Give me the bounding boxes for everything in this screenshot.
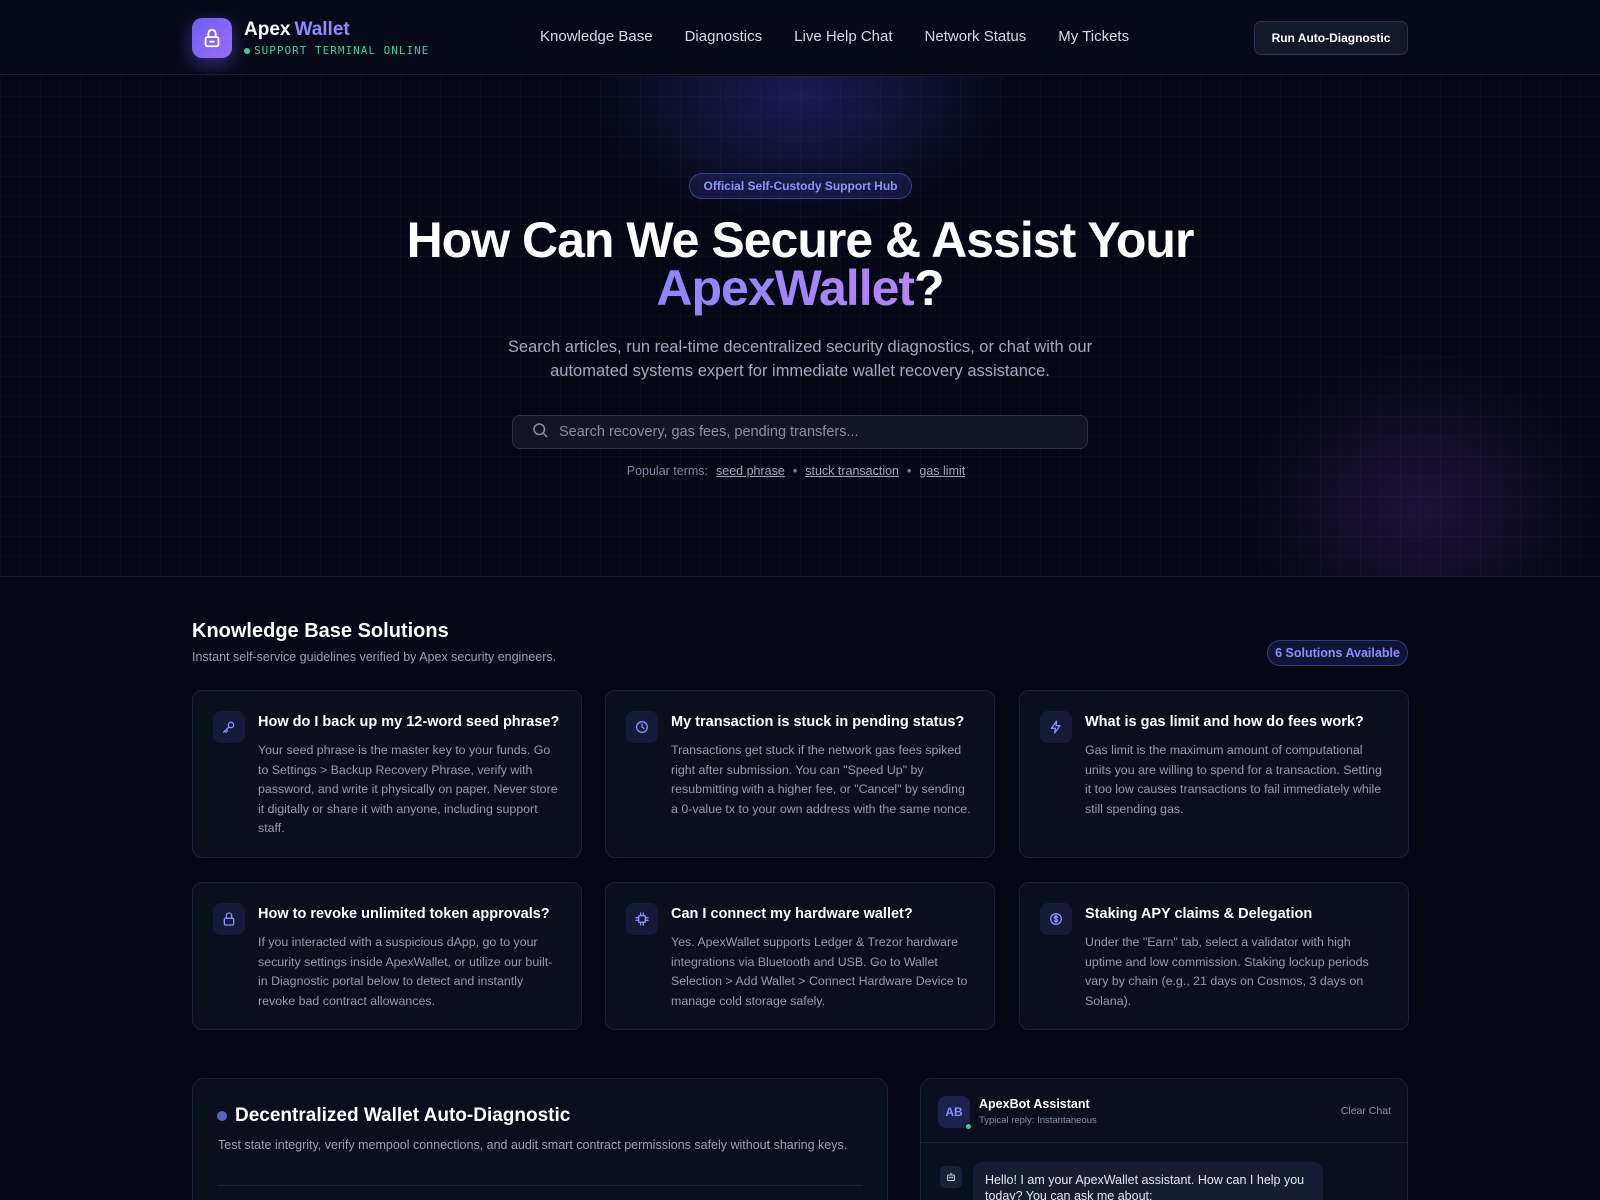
hero-title-brand: ApexWallet [656,260,915,316]
kb-card-body: Yes. ApexWallet supports Ledger & Trezor… [671,935,968,1008]
kb-card-body: Gas limit is the maximum amount of compu… [1085,743,1382,816]
diagnostic-title: Decentralized Wallet Auto-Diagnostic [217,1105,570,1127]
search-bar[interactable] [512,415,1088,449]
lightning-icon [1040,711,1072,743]
popular-terms-label: Popular terms: [626,464,709,478]
kb-section-title: Knowledge Base Solutions [192,620,449,642]
avatar: AB [938,1096,973,1131]
nav-my-tickets[interactable]: My Tickets [1058,27,1129,47]
chip-icon [626,903,658,935]
kb-card-body: Your seed phrase is the master key to yo… [258,743,558,835]
dollar-icon [1040,903,1072,935]
popular-terms: Popular terms: seed phrase • stuck trans… [0,464,1600,478]
hero-badge: Official Self-Custody Support Hub [689,173,912,199]
chat-reply-time: Typical reply: Instantaneous [979,1115,1097,1126]
hero-subtitle: Search articles, run real-time decentral… [507,338,1093,380]
search-icon [531,421,549,444]
kb-card-hardware-wallet[interactable]: Can I connect my hardware wallet? Yes. A… [605,882,995,1030]
clear-chat-button[interactable]: Clear Chat [1341,1105,1391,1117]
diagnostic-subtitle: Test state integrity, verify mempool con… [218,1138,848,1152]
main-nav: Knowledge Base Diagnostics Live Help Cha… [540,27,1161,47]
kb-card-title: Can I connect my hardware wallet? [671,906,913,922]
run-auto-diagnostic-button[interactable]: Run Auto-Diagnostic [1254,21,1408,55]
online-dot [244,47,250,54]
brand-text: Apex Wallet SUPPORT TERMINAL ONLINE [244,19,429,57]
kb-card-body: If you interacted with a suspicious dApp… [258,935,553,1008]
chat-widget: AB ApexBot Assistant Typical reply: Inst… [920,1078,1408,1200]
kb-card-title: My transaction is stuck in pending statu… [671,714,965,730]
support-status-text: SUPPORT TERMINAL ONLINE [254,44,430,57]
divider [218,1185,862,1186]
kb-card-title: Staking APY claims & Delegation [1085,906,1313,922]
hero-section: Official Self-Custody Support Hub How Ca… [0,76,1600,577]
search-input[interactable] [559,417,1087,447]
chat-message-bubble: Hello! I am your ApexWallet assistant. H… [973,1162,1323,1200]
diagnostic-title-text: Decentralized Wallet Auto-Diagnostic [235,1105,571,1126]
separator-dot: • [792,464,798,478]
chat-bot-name: ApexBot Assistant [979,1097,1090,1111]
separator-dot: • [907,464,912,478]
kb-card-body: Under the "Earn" tab, select a validator… [1085,935,1369,1008]
kb-card-stuck-transaction[interactable]: My transaction is stuck in pending statu… [605,690,995,858]
kb-card-body: Transactions get stuck if the network ga… [671,743,971,816]
brand-name: Apex Wallet [244,19,429,41]
lock-icon [192,18,232,58]
lock-icon [213,903,245,935]
popular-term-gas-limit[interactable]: gas limit [919,464,965,478]
auto-diagnostic-panel: Decentralized Wallet Auto-Diagnostic Tes… [192,1078,888,1200]
nav-knowledge-base[interactable]: Knowledge Base [540,27,653,47]
avatar-initials: AB [945,1105,963,1119]
top-header: Apex Wallet SUPPORT TERMINAL ONLINE Knowl… [0,0,1600,75]
online-indicator [964,1122,973,1131]
brand-name-main: Apex [244,19,291,40]
key-icon [213,711,245,743]
kb-card-title: How to revoke unlimited token approvals? [258,906,550,922]
kb-card-title: How do I back up my 12-word seed phrase? [258,714,560,730]
solutions-count-badge: 6 Solutions Available [1267,640,1408,666]
diagnostic-status-dot [217,1111,227,1121]
chat-header: AB ApexBot Assistant Typical reply: Inst… [921,1079,1407,1143]
kb-card-seed-phrase[interactable]: How do I back up my 12-word seed phrase?… [192,690,582,858]
nav-live-help-chat[interactable]: Live Help Chat [794,27,892,47]
robot-icon [940,1166,962,1188]
kb-section-subtitle: Instant self-service guidelines verified… [192,650,557,664]
popular-term-seed-phrase[interactable]: seed phrase [716,464,785,478]
nav-network-status[interactable]: Network Status [925,27,1027,47]
support-status: SUPPORT TERMINAL ONLINE [244,44,429,57]
kb-card-gas-limit[interactable]: What is gas limit and how do fees work? … [1019,690,1409,858]
brand[interactable]: Apex Wallet SUPPORT TERMINAL ONLINE [192,18,429,58]
clock-icon [626,711,658,743]
kb-card-staking[interactable]: Staking APY claims & Delegation Under th… [1019,882,1409,1030]
kb-card-revoke-approvals[interactable]: How to revoke unlimited token approvals?… [192,882,582,1030]
popular-term-stuck-transaction[interactable]: stuck transaction [805,464,899,478]
kb-card-title: What is gas limit and how do fees work? [1085,714,1364,730]
hero-title: How Can We Secure & Assist Your ApexWall… [300,215,1300,313]
hero-title-end: ? [914,260,945,316]
brand-name-accent: Wallet [294,19,350,40]
nav-diagnostics[interactable]: Diagnostics [685,27,763,47]
